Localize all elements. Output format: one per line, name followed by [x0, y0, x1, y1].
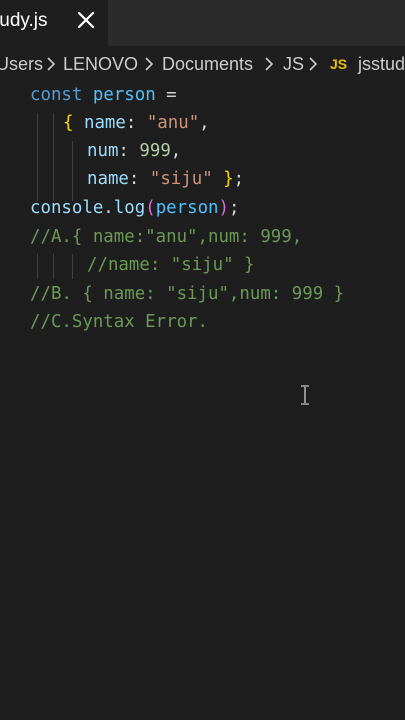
dot: . [103, 198, 114, 218]
tab-filename[interactable]: tudy.js [0, 10, 48, 32]
text-cursor-icon [300, 385, 310, 405]
indent-guide [37, 113, 38, 201]
breadcrumb-item-documents[interactable]: Documents [162, 54, 253, 75]
chevron-right-icon [44, 55, 58, 73]
code-editor[interactable]: const person = { name: "anu", num: 999, … [0, 84, 405, 720]
javascript-file-icon: JS [330, 56, 348, 72]
number-999: 999 [139, 141, 171, 161]
semicolon: ; [229, 198, 240, 218]
string-siju: "siju" [149, 169, 213, 189]
tab-bar: tudy.js [0, 0, 405, 46]
breadcrumb-item-lenovo[interactable]: LENOVO [63, 54, 138, 75]
breadcrumb-item-users[interactable]: Users [0, 54, 43, 75]
code-line-5: console.log(person); [30, 194, 239, 222]
variable-person: person [92, 85, 156, 105]
indent-guide [53, 254, 54, 279]
code-line-2: { name: "anu", [63, 109, 210, 137]
code-line-4: name: "siju" }; [87, 165, 244, 193]
comma: , [170, 141, 182, 161]
chevron-right-icon [262, 55, 276, 73]
property-num: num [87, 141, 119, 161]
comma: , [199, 113, 210, 133]
comment-option-a-continued: //name: "siju" } [87, 255, 255, 275]
close-icon[interactable] [74, 8, 98, 32]
open-paren: ( [145, 198, 156, 218]
open-brace: { [63, 113, 74, 133]
assign-operator: = [155, 85, 177, 105]
editor-tab[interactable]: tudy.js [0, 0, 108, 46]
indent-guide [53, 113, 54, 201]
colon: : [128, 169, 150, 189]
chevron-right-icon [142, 55, 156, 73]
semicolon: ; [233, 169, 245, 189]
close-paren: ) [218, 198, 229, 218]
code-line-3: num: 999, [87, 137, 181, 165]
property-name: name [83, 113, 126, 133]
breadcrumb: Users LENOVO Documents JS JS jsstud [0, 46, 405, 84]
indent-guide [72, 254, 73, 279]
property-name: name [87, 169, 129, 189]
chevron-right-icon [306, 55, 320, 73]
code-line-1: const person = [30, 81, 177, 109]
function-log: log [113, 198, 146, 218]
argument-person: person [155, 198, 219, 218]
object-console: console [30, 198, 104, 218]
comment-option-b: //B. { name: "siju",num: 999 } [30, 284, 345, 304]
colon: : [118, 141, 140, 161]
colon: : [125, 113, 147, 133]
keyword-const: const [30, 85, 83, 105]
indent-guide [37, 254, 38, 279]
breadcrumb-item-js[interactable]: JS [283, 54, 304, 75]
breadcrumb-item-file[interactable]: jsstud [358, 54, 405, 75]
tab-bar-empty-area [108, 0, 405, 46]
comment-option-c: //C.Syntax Error. [30, 312, 208, 332]
close-brace: } [212, 169, 234, 189]
string-anu: "anu" [146, 113, 200, 133]
indent-guide [72, 141, 73, 201]
comment-option-a: //A.{ name:"anu",num: 999, [30, 227, 303, 247]
